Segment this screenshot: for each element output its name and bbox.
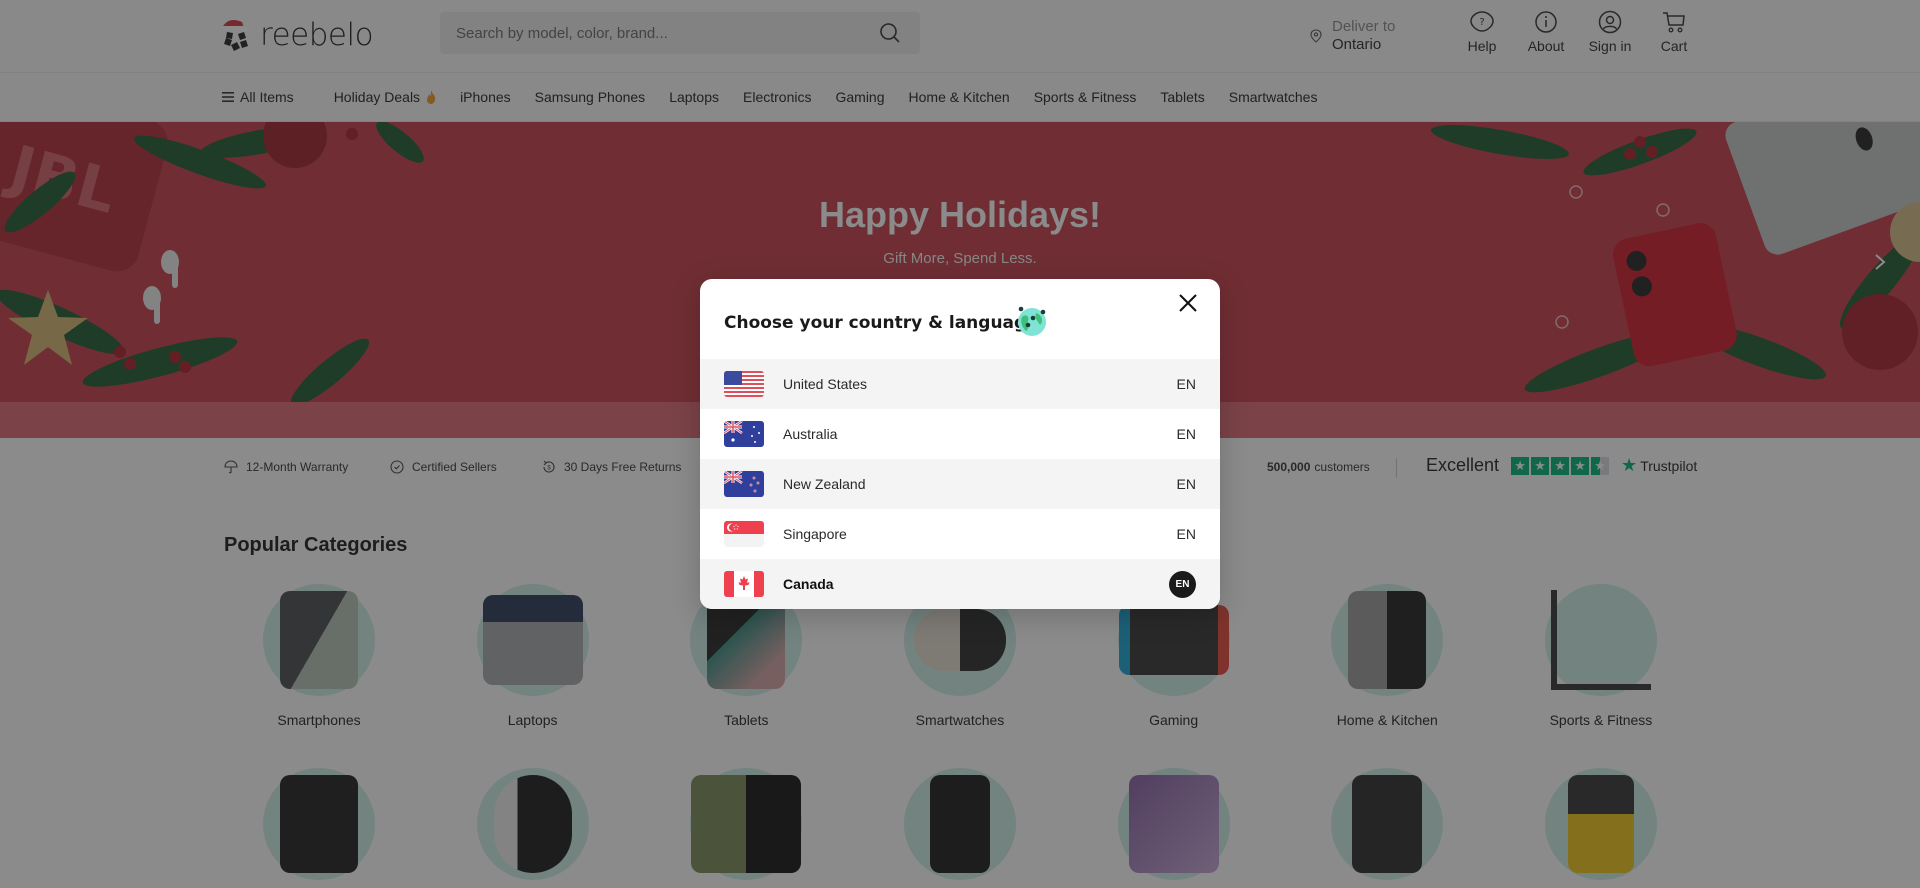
close-icon[interactable] <box>1176 291 1200 315</box>
language-code: EN <box>1176 376 1196 392</box>
singapore-flag-icon <box>724 521 764 547</box>
country-name: Australia <box>783 426 838 442</box>
country-name: New Zealand <box>783 476 866 492</box>
canada-flag-icon <box>724 571 764 597</box>
globe-pins-icon <box>1018 306 1046 336</box>
country-option-canada[interactable]: Canada EN <box>700 559 1220 609</box>
language-code: EN <box>1176 426 1196 442</box>
language-code: EN <box>1176 476 1196 492</box>
new-zealand-flag-icon <box>724 471 764 497</box>
country-name: Singapore <box>783 526 847 542</box>
modal-header: Choose your country & language <box>700 279 1220 359</box>
modal-title: Choose your country & language <box>724 313 1038 333</box>
country-language-modal: Choose your country & language United St… <box>700 279 1220 609</box>
us-flag-icon <box>724 371 764 397</box>
country-option-new-zealand[interactable]: New Zealand EN <box>700 459 1220 509</box>
country-name: Canada <box>783 576 834 592</box>
country-option-singapore[interactable]: Singapore EN <box>700 509 1220 559</box>
country-option-australia[interactable]: Australia EN <box>700 409 1220 459</box>
country-name: United States <box>783 376 868 392</box>
country-option-united-states[interactable]: United States EN <box>700 359 1220 409</box>
australia-flag-icon <box>724 421 764 447</box>
selected-language-badge: EN <box>1169 570 1196 598</box>
language-code: EN <box>1176 526 1196 542</box>
